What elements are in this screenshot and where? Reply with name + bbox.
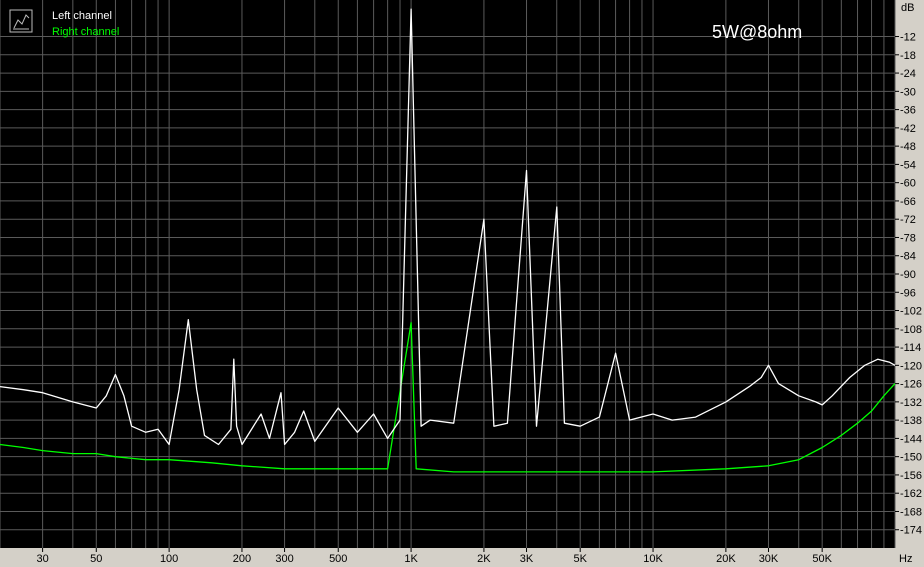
x-axis: 30 50 100 200 300 500 1K 2K 3K 5K 10K 20K 30K 50K [36,548,833,565]
x-tick-label: 30 [36,553,48,565]
x-tick-label: 100 [160,553,178,565]
y-tick-label: -114 [900,342,921,354]
y-tick-label: -132 [900,397,922,409]
y-tick-label: -126 [900,379,922,391]
x-tick-label: 1K [404,553,418,565]
x-tick-label: 5K [573,553,587,565]
y-tick-label: -108 [900,324,922,336]
y-tick-label: -24 [900,68,916,80]
y-tick-label: -54 [900,159,916,171]
y-tick-label: -60 [900,178,916,190]
y-tick-label: -30 [900,86,916,98]
y-tick-label: -96 [900,287,916,299]
y-tick-label: -48 [900,141,916,153]
x-tick-label: 200 [233,553,251,565]
y-tick-label: -42 [900,123,916,135]
y-tick-label: -102 [900,306,922,318]
y-tick-label: -36 [900,105,916,117]
x-tick-label: 10K [643,553,663,565]
x-tick-label: 50K [812,553,832,565]
fft-analyzer-window: -12 -18 -24 -30 -36 -42 -48 -54 -60 -66 -72 -78 -84 -… [0,0,924,567]
y-tick-label: -72 [900,214,916,226]
y-tick-label: -12 [900,32,916,44]
y-axis: -12 -18 -24 -30 -36 -42 -48 -54 -60 -66 -72 -78 -84 -… [895,32,922,537]
y-tick-label: -78 [900,232,916,244]
x-tick-label: 30K [759,553,779,565]
x-tick-label: 20K [716,553,736,565]
y-tick-label: -144 [900,433,922,445]
x-tick-label: 300 [275,553,293,565]
x-unit-label: Hz [899,553,912,565]
y-unit-label: dB [901,2,914,14]
x-tick-label: 500 [329,553,347,565]
y-tick-label: -162 [900,488,922,500]
x-tick-label: 2K [477,553,491,565]
y-tick-label: -150 [900,452,922,464]
y-tick-label: -18 [900,50,916,62]
legend-label-left: Left channel [52,10,112,22]
measurement-annotation: 5W@8ohm [712,22,802,42]
y-tick-label: -156 [900,470,922,482]
y-tick-label: -168 [900,506,922,518]
y-tick-label: -174 [900,525,922,537]
y-tick-label: -84 [900,251,916,263]
y-tick-label: -138 [900,415,922,427]
y-tick-label: -66 [900,196,916,208]
legend-label-right: Right channel [52,26,119,38]
x-tick-label: 3K [520,553,534,565]
y-tick-label: -120 [900,360,922,372]
x-tick-label: 50 [90,553,102,565]
spectrum-chart: -12 -18 -24 -30 -36 -42 -48 -54 -60 -66 -72 -78 -84 -… [0,0,922,565]
y-tick-label: -90 [900,269,916,281]
